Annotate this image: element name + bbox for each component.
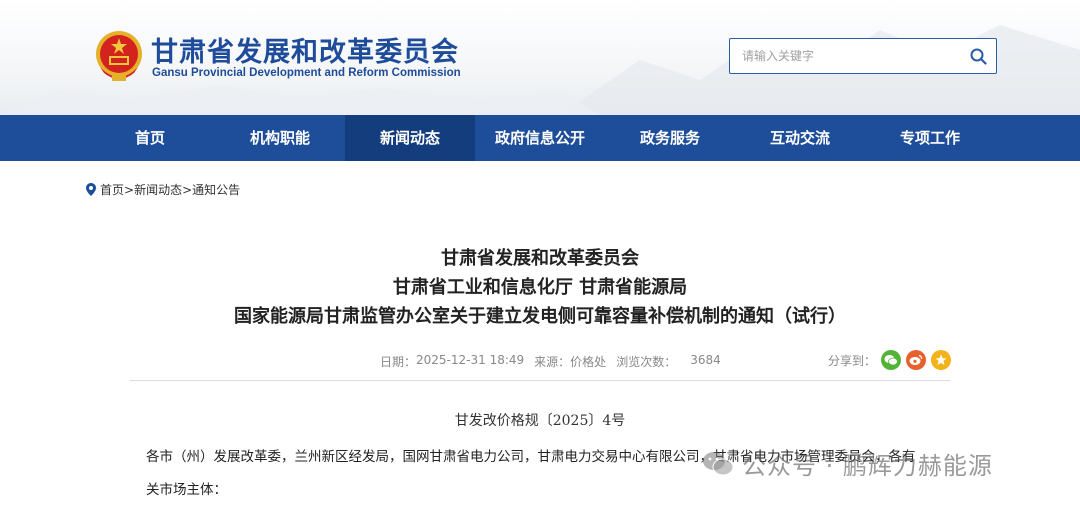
site-header: 甘肃省发展和改革委员会 Gansu Provincial Development… [0, 0, 1080, 115]
nav-item-interaction[interactable]: 互动交流 [735, 115, 865, 161]
nav-item-services[interactable]: 政务服务 [605, 115, 735, 161]
article-views: 3684 [690, 353, 721, 367]
breadcrumb-news[interactable]: 新闻动态 [134, 181, 182, 198]
location-pin-icon [86, 183, 96, 196]
article-title-line: 甘肃省发展和改革委员会 [441, 248, 639, 269]
qzone-icon[interactable] [931, 350, 952, 370]
wechat-icon[interactable] [881, 350, 902, 370]
wechat-icon [703, 451, 734, 475]
search-input[interactable] [730, 39, 960, 73]
document-number: 甘发改价格规〔2025〕4号 [454, 413, 626, 429]
search-icon [970, 48, 987, 65]
search-button[interactable] [960, 39, 996, 73]
nav-item-home[interactable]: 首页 [85, 115, 215, 161]
source-label: 来源： [534, 355, 571, 369]
search-box [729, 38, 997, 74]
article-source: 价格处 [570, 355, 607, 369]
main-nav: 首页 机构职能 新闻动态 政府信息公开 政务服务 互动交流 专项工作 [0, 115, 1080, 161]
breadcrumb-home[interactable]: 首页 [100, 181, 124, 198]
breadcrumb-separator: > [182, 182, 193, 197]
article-date: 2025-12-31 18:49 [416, 353, 525, 367]
views-label: 浏览次数： [616, 355, 677, 369]
nav-item-functions[interactable]: 机构职能 [215, 115, 345, 161]
nav-item-news[interactable]: 新闻动态 [345, 115, 475, 161]
share-bar: 分享到： [828, 350, 952, 370]
weibo-icon[interactable] [906, 350, 927, 370]
watermark: 公众号 · 鹏辉力赫能源 [702, 446, 993, 481]
site-subtitle: Gansu Provincial Development and Reform … [152, 67, 461, 79]
date-label: 日期： [380, 355, 417, 369]
watermark-text: 公众号 · 鹏辉力赫能源 [742, 452, 993, 480]
site-title: 甘肃省发展和改革委员会 [151, 37, 459, 68]
national-emblem-icon [96, 31, 142, 81]
article-title-line: 国家能源局甘肃监管办公室关于建立发电侧可靠容量补偿机制的通知（试行） [234, 306, 846, 327]
nav-item-special[interactable]: 专项工作 [865, 115, 995, 161]
article-title: 甘肃省发展和改革委员会 甘肃省工业和信息化厅 甘肃省能源局 国家能源局甘肃监管办… [0, 244, 1080, 331]
breadcrumb-current[interactable]: 通知公告 [192, 181, 240, 198]
breadcrumb: 首页 > 新闻动态 > 通知公告 [86, 181, 240, 198]
breadcrumb-separator: > [124, 182, 135, 197]
nav-item-gov-info[interactable]: 政府信息公开 [475, 115, 605, 161]
article-title-line: 甘肃省工业和信息化厅 甘肃省能源局 [392, 277, 688, 298]
share-label: 分享到： [828, 353, 877, 368]
article-meta: 日期： 2025-12-31 18:49 来源： 价格处 浏览次数： 3684 [380, 353, 727, 370]
divider [130, 380, 950, 381]
